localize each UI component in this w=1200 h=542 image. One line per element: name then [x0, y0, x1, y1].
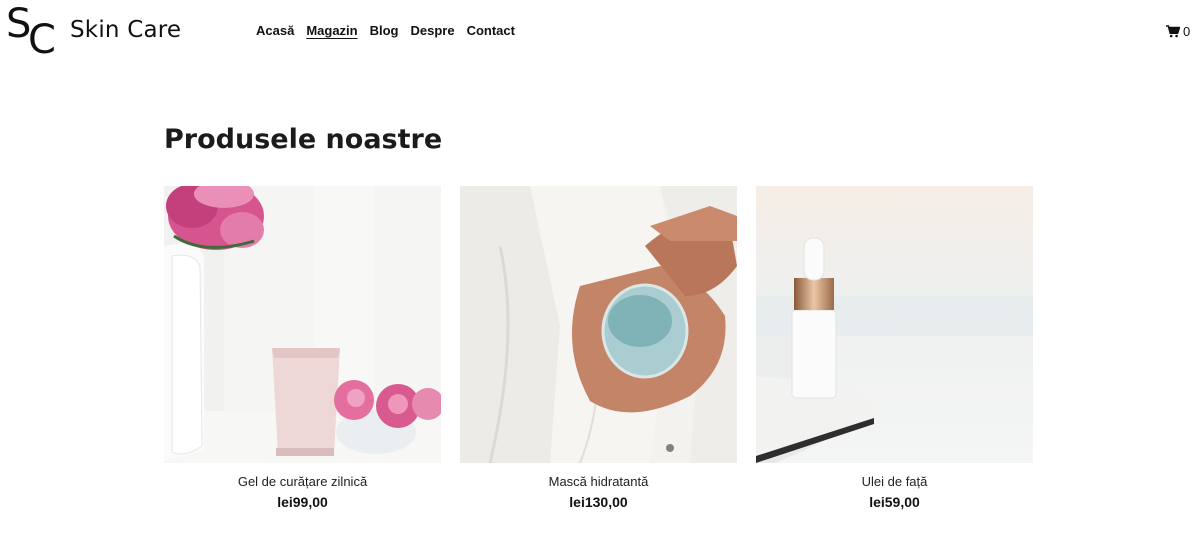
nav-item-despre[interactable]: Despre [411, 23, 455, 38]
product-price: lei59,00 [869, 494, 920, 510]
logo[interactable]: S C [6, 4, 62, 60]
logo-letter-c: C [28, 17, 56, 63]
product-name[interactable]: Mască hidratantă [460, 474, 737, 489]
product-name[interactable]: Ulei de față [756, 474, 1033, 489]
product-price: lei130,00 [569, 494, 628, 510]
page-title: Produsele noastre [164, 124, 443, 155]
product-card[interactable]: Gel de curățare zilnică lei99,00 [164, 186, 441, 510]
cart-count: 0 [1183, 24, 1191, 39]
nav-item-blog[interactable]: Blog [370, 23, 399, 38]
product-image[interactable] [164, 186, 441, 463]
product-card[interactable]: Mască hidratantă lei130,00 [460, 186, 737, 510]
nav-item-magazin[interactable]: Magazin [306, 23, 357, 38]
cart-icon [1166, 25, 1180, 38]
product-name[interactable]: Gel de curățare zilnică [164, 474, 441, 489]
cart-button[interactable]: 0 [1166, 24, 1190, 39]
main-nav: Acasă Magazin Blog Despre Contact [256, 23, 515, 38]
product-image[interactable] [460, 186, 737, 463]
product-card[interactable]: Ulei de față lei59,00 [756, 186, 1033, 510]
product-price: lei99,00 [277, 494, 328, 510]
nav-item-acasa[interactable]: Acasă [256, 23, 294, 38]
site-header: S C Skin Care Acasă Magazin Blog Despre … [0, 0, 1200, 62]
brand-name[interactable]: Skin Care [70, 17, 181, 43]
product-image[interactable] [756, 186, 1033, 463]
nav-item-contact[interactable]: Contact [467, 23, 515, 38]
